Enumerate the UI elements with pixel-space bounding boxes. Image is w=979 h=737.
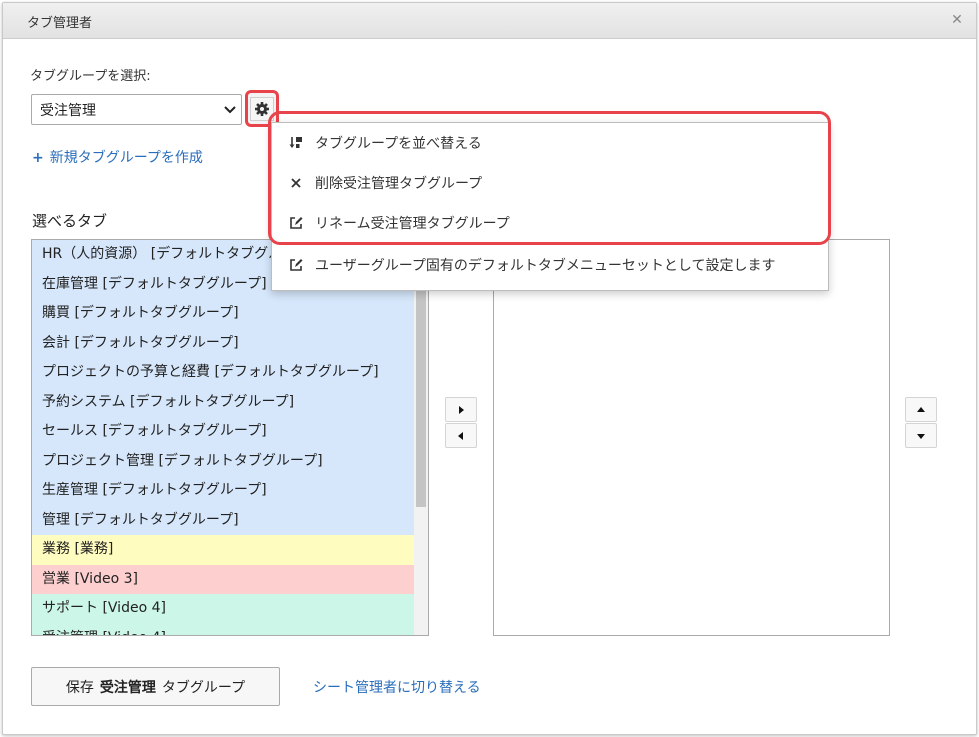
caret-up-icon <box>917 406 925 412</box>
move-down-button[interactable] <box>905 423 937 448</box>
move-right-button[interactable] <box>445 397 477 422</box>
list-item[interactable]: サポート [Video 4] <box>32 594 415 624</box>
list-item[interactable]: 生産管理 [デフォルトタブグループ] <box>32 476 415 506</box>
caret-right-icon <box>459 405 464 414</box>
plus-icon: + <box>32 150 44 166</box>
list-item[interactable]: 購買 [デフォルトタブグループ] <box>32 299 415 329</box>
menu-item-delete[interactable]: 削除受注管理タブグループ <box>272 163 828 203</box>
dialog-title: タブ管理者 <box>27 16 93 31</box>
edit-icon <box>289 216 303 230</box>
list-item[interactable]: プロジェクトの予算と経費 [デフォルトタブグループ] <box>32 358 415 388</box>
switch-to-sheet-manager-link[interactable]: シート管理者に切り替える <box>313 677 481 697</box>
list-item[interactable]: 業務 [業務] <box>32 535 415 565</box>
menu-item-label: リネーム受注管理タブグループ <box>315 216 510 232</box>
tab-group-select-label: タブグループを選択: <box>30 69 151 84</box>
close-icon[interactable]: ✕ <box>948 11 966 29</box>
move-left-button[interactable] <box>445 423 477 448</box>
save-tab-group-button[interactable]: 保存 受注管理 タブグループ <box>31 667 280 706</box>
group-settings-menu: タブグループを並べ替える 削除受注管理タブグループ リネーム受注管理タブグループ… <box>271 122 829 291</box>
chevron-down-icon <box>223 102 237 116</box>
save-group-name: 受注管理 <box>99 679 156 696</box>
list-item[interactable]: 営業 [Video 3] <box>32 564 415 594</box>
list-item[interactable]: 予約システム [デフォルトタブグループ] <box>32 387 415 417</box>
caret-left-icon <box>458 431 463 440</box>
menu-item-set-default[interactable]: ユーザーグループ固有のデフォルトタブメニューセットとして設定します <box>272 245 828 285</box>
list-item[interactable]: 管理 [デフォルトタブグループ] <box>32 505 415 535</box>
menu-item-sort[interactable]: タブグループを並べ替える <box>272 123 828 163</box>
list-item[interactable]: プロジェクト管理 [デフォルトタブグループ] <box>32 446 415 476</box>
tab-group-select-value: 受注管理 <box>40 103 96 119</box>
new-tab-group-label: 新規タブグループを作成 <box>49 150 203 166</box>
menu-item-label: タブグループを並べ替える <box>315 136 482 152</box>
menu-item-label: ユーザーグループ固有のデフォルトタブメニューセットとして設定します <box>315 258 776 274</box>
selected-tabs-list[interactable] <box>493 239 890 636</box>
available-tabs-title: 選べるタブ <box>32 212 108 230</box>
save-suffix: タブグループ <box>161 679 246 696</box>
menu-item-label: 削除受注管理タブグループ <box>315 176 483 192</box>
sort-icon <box>289 136 303 150</box>
new-tab-group-link[interactable]: + 新規タブグループを作成 <box>32 147 203 167</box>
title-bar: タブ管理者 ✕ <box>3 3 976 39</box>
list-scrollbar[interactable] <box>414 240 428 635</box>
move-up-button[interactable] <box>905 397 937 422</box>
menu-item-rename[interactable]: リネーム受注管理タブグループ <box>272 203 828 243</box>
available-tabs-list[interactable]: HR（人的資源） [デフォルトタブグループ] 在庫管理 [デフォルトタブグループ]… <box>31 239 429 636</box>
list-item[interactable]: 会計 [デフォルトタブグループ] <box>32 328 415 358</box>
list-item[interactable]: 受注管理 [Video 4] <box>32 623 415 635</box>
list-item[interactable]: セールス [デフォルトタブグループ] <box>32 417 415 447</box>
edit-icon <box>289 258 303 272</box>
tab-group-select[interactable]: 受注管理 <box>31 94 242 125</box>
gear-icon <box>250 96 274 121</box>
close-icon <box>289 176 303 190</box>
caret-down-icon <box>917 433 925 439</box>
save-prefix: 保存 <box>65 679 94 696</box>
